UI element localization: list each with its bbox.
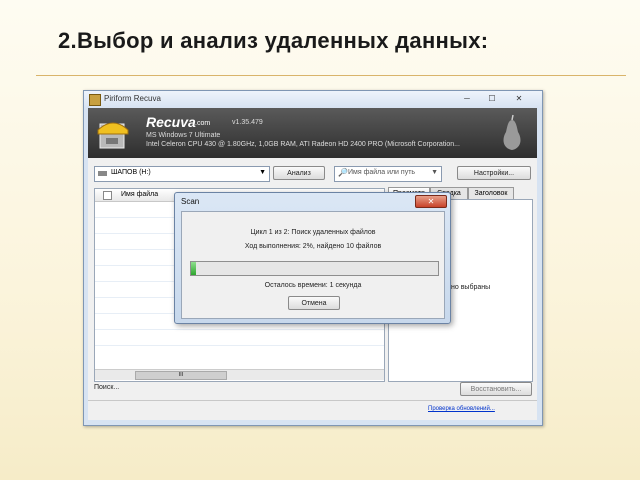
grid-line: [95, 345, 384, 346]
app-icon: [89, 94, 101, 106]
title-divider: [36, 75, 626, 76]
slide-title: 2.Выбор и анализ удаленных данных:: [58, 28, 489, 53]
divider: [88, 400, 537, 401]
scan-time-remaining: Осталось времени: 1 секунда: [264, 282, 362, 289]
window-title: Piriform Recuva: [104, 94, 161, 103]
scan-stage-text: Цикл 1 из 2: Поиск удаленных файлов: [250, 229, 376, 236]
preview-panel-text: но выбраны: [451, 284, 491, 291]
version-label: v1.35.479: [232, 119, 263, 126]
scan-progress-text: Ход выполнения: 2%, найдено 10 файлов: [244, 243, 382, 250]
check-updates-link[interactable]: Проверка обновлений...: [428, 406, 495, 412]
chevron-down-icon: ▼: [259, 169, 266, 176]
column-filename[interactable]: Имя файла: [121, 191, 158, 198]
brand-name: Recuva: [146, 114, 196, 130]
path-input[interactable]: 🔎 Имя файла или путь ▼: [334, 166, 442, 182]
status-text: Поиск...: [94, 384, 120, 391]
scan-progress-bar: [190, 261, 439, 276]
close-button[interactable]: ✕: [512, 93, 526, 104]
scan-dialog-body: Цикл 1 из 2: Поиск удаленных файлов Ход …: [181, 211, 445, 319]
scan-dialog: Scan ✕ Цикл 1 из 2: Поиск удаленных файл…: [174, 192, 451, 324]
horizontal-scrollbar[interactable]: III: [95, 369, 384, 380]
recuva-hardhat-logo-icon: [97, 122, 129, 149]
app-header: Recuva .com v1.35.479 MS Windows 7 Ultim…: [88, 108, 537, 158]
settings-button[interactable]: Настройки...: [457, 166, 531, 180]
brand-suffix: .com: [195, 120, 211, 127]
tab-header[interactable]: Заголовок: [468, 187, 514, 199]
cancel-button[interactable]: Отмена: [288, 296, 340, 310]
drive-select[interactable]: ШАПОВ (H:) ▼: [94, 166, 270, 182]
minimize-button[interactable]: ─: [460, 93, 474, 104]
chevron-down-icon: ▼: [431, 169, 438, 176]
drive-icon: [98, 171, 107, 176]
search-icon: 🔎: [338, 168, 348, 177]
drive-select-value: ШАПОВ (H:): [111, 169, 151, 176]
path-input-placeholder: Имя файла или путь: [348, 169, 416, 176]
os-info: MS Windows 7 Ultimate: [146, 132, 221, 139]
recover-button[interactable]: Восстановить...: [460, 382, 532, 396]
scrollbar-thumb[interactable]: III: [135, 371, 227, 380]
scan-dialog-title: Scan: [181, 197, 200, 206]
maximize-button[interactable]: ☐: [485, 93, 499, 104]
piriform-pear-icon: [503, 114, 521, 150]
hardware-info: Intel Celeron CPU 430 @ 1.80GHz, 1,0GB R…: [146, 141, 460, 148]
scan-close-button[interactable]: ✕: [415, 195, 447, 208]
analyze-button[interactable]: Анализ: [273, 166, 325, 180]
select-all-checkbox[interactable]: [103, 191, 112, 200]
grid-line: [95, 329, 384, 330]
window-titlebar[interactable]: Piriform Recuva ─ ☐ ✕: [84, 91, 542, 108]
scan-progress-fill: [191, 262, 196, 275]
